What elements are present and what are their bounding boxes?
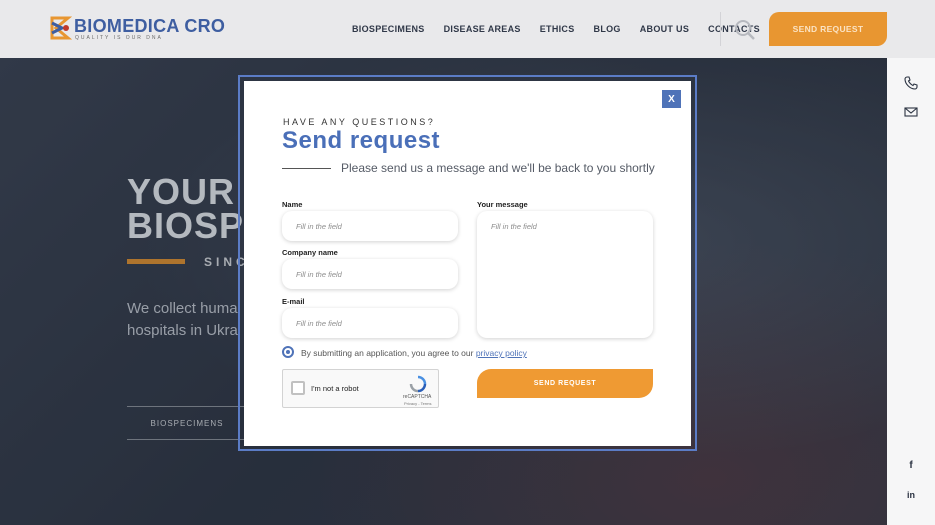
company-field[interactable]: Fill in the field — [282, 259, 458, 289]
company-label: Company name — [282, 248, 338, 257]
mail-icon[interactable] — [904, 105, 918, 119]
submit-request-button[interactable]: SEND REQUEST — [477, 369, 653, 398]
recaptcha-label: I'm not a robot — [311, 384, 359, 393]
nav-divider — [720, 12, 721, 46]
name-label: Name — [282, 200, 303, 209]
main-nav: BIOSPECIMENS DISEASE AREAS ETHICS BLOG A… — [352, 24, 779, 34]
phone-icon[interactable] — [904, 76, 918, 90]
recaptcha-widget: I'm not a robot reCAPTCHA Privacy - Term… — [282, 369, 439, 408]
facebook-icon[interactable]: f — [904, 460, 918, 474]
recaptcha-brand: reCAPTCHA — [403, 394, 432, 400]
consent-text: By submitting an application, you agree … — [301, 348, 527, 358]
recaptcha-checkbox[interactable] — [291, 381, 305, 395]
search-icon[interactable] — [734, 19, 756, 41]
nav-ethics[interactable]: ETHICS — [540, 24, 575, 34]
nav-disease-areas[interactable]: DISEASE AREAS — [444, 24, 521, 34]
modal-title-divider — [282, 168, 331, 169]
linkedin-icon[interactable]: in — [904, 490, 918, 504]
privacy-policy-link[interactable]: privacy policy — [476, 348, 527, 358]
modal-title: Send request — [282, 127, 441, 154]
header-send-request-button[interactable]: SEND REQUEST — [769, 12, 887, 46]
message-label: Your message — [477, 200, 528, 209]
logo-mark-icon — [50, 16, 72, 40]
recaptcha-logo-icon — [409, 375, 427, 393]
modal-subtitle: Please send us a message and we'll be ba… — [341, 161, 655, 175]
modal-close-button[interactable]: X — [662, 90, 681, 108]
logo-text: BIOMEDICA CRO — [74, 16, 226, 36]
name-field[interactable]: Fill in the field — [282, 211, 458, 241]
email-field[interactable]: Fill in the field — [282, 308, 458, 338]
site-header: BIOMEDICA CRO QUALITY IS OUR DNA BIOSPEC… — [0, 0, 935, 58]
nav-biospecimens[interactable]: BIOSPECIMENS — [352, 24, 425, 34]
message-field[interactable]: Fill in the field — [477, 211, 653, 338]
right-rail — [887, 58, 935, 525]
recaptcha-terms[interactable]: Privacy - Terms — [404, 401, 431, 406]
logo-tagline: QUALITY IS OUR DNA — [75, 35, 163, 41]
email-label: E-mail — [282, 297, 305, 306]
consent-label: By submitting an application, you agree … — [301, 348, 476, 358]
consent-radio[interactable] — [282, 346, 294, 358]
modal-eyebrow: HAVE ANY QUESTIONS? — [283, 117, 436, 127]
logo[interactable]: BIOMEDICA CRO QUALITY IS OUR DNA — [48, 13, 228, 45]
nav-blog[interactable]: BLOG — [594, 24, 621, 34]
nav-about-us[interactable]: ABOUT US — [640, 24, 689, 34]
